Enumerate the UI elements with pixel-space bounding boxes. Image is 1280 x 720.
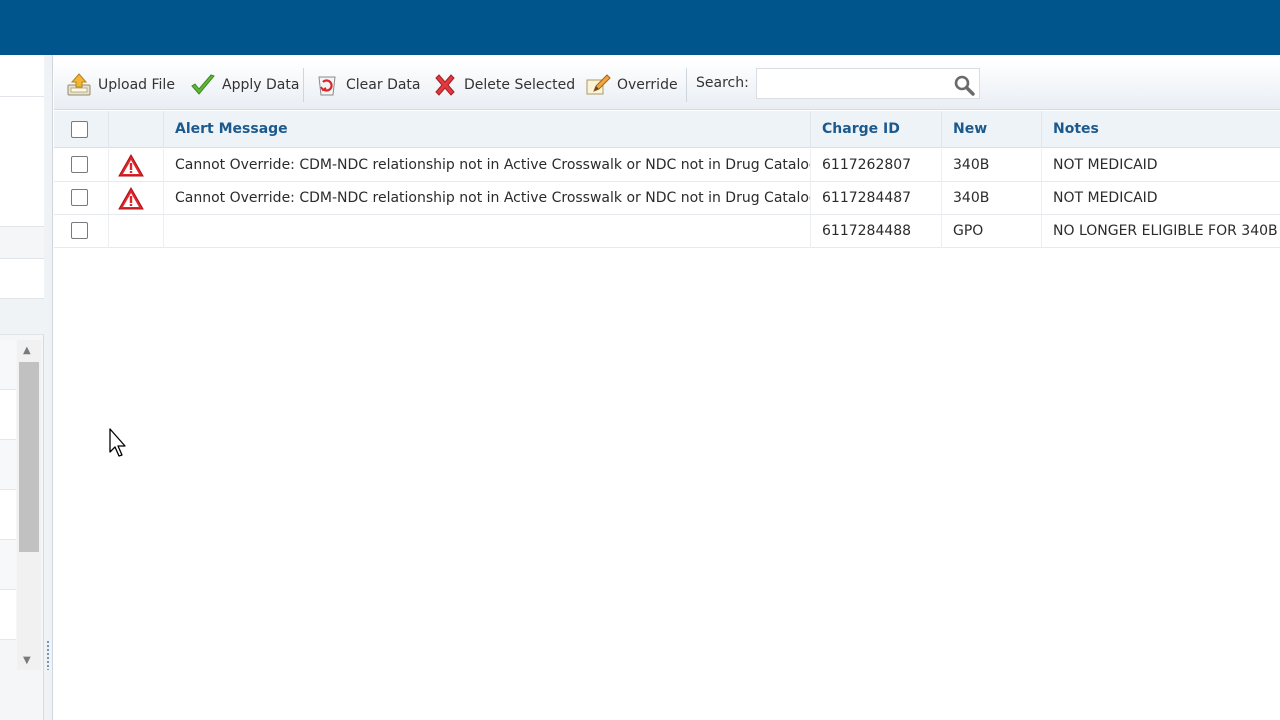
cell-new-status: GPO (942, 215, 1042, 248)
table-row[interactable]: Cannot Override: CDM-NDC relationship no… (54, 182, 1280, 215)
check-icon (190, 72, 216, 98)
upload-file-label: Upload File (98, 77, 175, 93)
warning-icon (118, 154, 144, 177)
apply-data-label: Apply Data (222, 77, 300, 93)
search-input[interactable] (757, 69, 947, 98)
column-header-alert-message[interactable]: Alert Message (164, 111, 811, 148)
search-box[interactable] (756, 68, 980, 99)
upload-file-button[interactable]: Upload File (66, 60, 175, 110)
cell-alert-message: Cannot Override: CDM-NDC relationship no… (164, 149, 811, 182)
left-panel-grid-header (0, 299, 44, 335)
delete-selected-button[interactable]: Delete Selected (432, 60, 575, 110)
cell-charge-id: 6117284488 (811, 215, 942, 248)
left-panel-scrollbar[interactable]: ▲ ▼ (17, 340, 41, 670)
left-panel-filter (0, 259, 44, 299)
left-panel-row[interactable] (0, 540, 16, 590)
override-label: Override (617, 77, 678, 93)
left-panel-row[interactable] (0, 590, 16, 640)
cell-notes: NO LONGER ELIGIBLE FOR 340B (1053, 223, 1278, 239)
cursor-icon (109, 428, 126, 457)
row-icon-cell (109, 149, 164, 182)
cell-alert-message (164, 215, 811, 248)
row-select-cell (54, 149, 109, 182)
row-checkbox[interactable] (71, 222, 88, 239)
search-label: Search: (696, 75, 749, 91)
left-panel-header (0, 55, 44, 97)
cell-alert-message: Cannot Override: CDM-NDC relationship no… (164, 182, 811, 215)
column-header-notes[interactable]: Notes (1042, 111, 1280, 148)
delete-x-icon (432, 72, 458, 98)
scroll-down-arrow-icon[interactable]: ▼ (23, 656, 31, 666)
apply-data-button[interactable]: Apply Data (190, 60, 299, 110)
grid-header: Alert Message Charge ID New Status Notes (54, 111, 1280, 174)
scrollbar-thumb[interactable] (19, 362, 39, 552)
search-icon[interactable] (953, 74, 975, 96)
warning-icon (118, 187, 144, 210)
row-select-cell (54, 215, 109, 248)
icon-column-header (109, 111, 164, 148)
left-panel-section (0, 97, 44, 227)
table-row[interactable]: Cannot Override: CDM-NDC relationship no… (54, 149, 1280, 182)
toolbar: Upload File Apply Data Clear Data Delete… (54, 60, 1280, 110)
left-panel: ▲ ▼ (0, 55, 44, 720)
left-panel-row[interactable] (0, 440, 16, 490)
clear-data-button[interactable]: Clear Data (314, 60, 421, 110)
row-icon-cell (109, 215, 164, 248)
delete-selected-label: Delete Selected (464, 77, 576, 93)
panel-splitter[interactable] (44, 55, 53, 720)
cell-new-status: 340B (942, 182, 1042, 215)
cell-charge-id: 6117284487 (811, 182, 942, 215)
clear-icon (314, 72, 340, 98)
column-header-new-status[interactable]: New Status (942, 111, 1042, 174)
left-panel-row[interactable] (0, 490, 16, 540)
left-panel-row[interactable] (0, 340, 16, 390)
edit-pencil-icon (585, 72, 611, 98)
toolbar-separator (686, 68, 687, 102)
scroll-up-arrow-icon[interactable]: ▲ (23, 346, 31, 356)
top-banner (0, 0, 1280, 55)
clear-data-label: Clear Data (346, 77, 421, 93)
left-panel-row[interactable] (0, 390, 16, 440)
cell-notes: NOT MEDICAID (1053, 190, 1158, 206)
row-select-cell (54, 182, 109, 215)
cell-charge-id: 6117262807 (811, 149, 942, 182)
select-all-column (54, 111, 109, 148)
table-row[interactable]: 6117284488 GPO NO LONGER ELIGIBLE FOR 34… (54, 215, 1280, 248)
cell-notes: NOT MEDICAID (1053, 157, 1158, 173)
splitter-grip-icon[interactable] (46, 640, 50, 670)
cell-new-status: 340B (942, 149, 1042, 182)
upload-icon (66, 72, 92, 98)
toolbar-separator (303, 68, 304, 102)
row-icon-cell (109, 182, 164, 215)
row-checkbox[interactable] (71, 189, 88, 206)
left-panel-divider (0, 227, 44, 259)
row-checkbox[interactable] (71, 156, 88, 173)
override-button[interactable]: Override (585, 60, 678, 110)
select-all-checkbox[interactable] (71, 121, 88, 138)
column-header-charge-id[interactable]: Charge ID (811, 111, 942, 148)
